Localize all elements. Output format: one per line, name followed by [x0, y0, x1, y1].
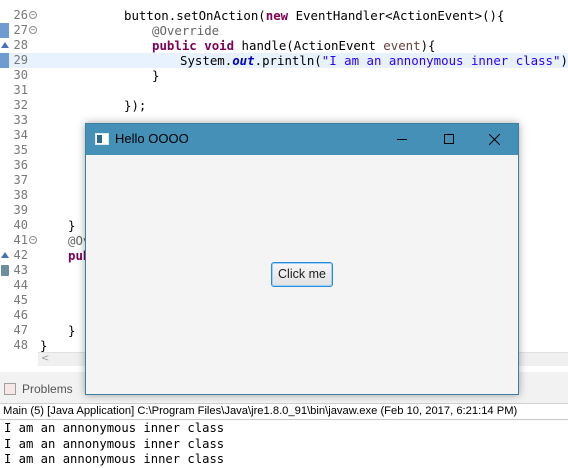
- maximize-button[interactable]: [426, 124, 472, 155]
- console-output[interactable]: I am an annonymous inner class I am an a…: [0, 421, 568, 468]
- code-text: System.out.println("I am an annonymous i…: [180, 53, 568, 68]
- console-line: I am an annonymous inner class: [4, 421, 225, 435]
- line-number: 39: [13, 203, 28, 217]
- line-number: 48: [13, 338, 28, 352]
- line-number: 26: [13, 8, 28, 22]
- window-titlebar[interactable]: Hello OOOO: [86, 124, 518, 155]
- click-me-button[interactable]: Click me: [271, 262, 333, 287]
- code-text: });: [124, 98, 147, 113]
- override-triangle-icon: [1, 252, 9, 258]
- task-marker: [0, 263, 9, 278]
- code-line[interactable]: 28 public void handle(ActionEvent event)…: [0, 38, 568, 53]
- console-line: I am an annonymous inner class: [4, 452, 225, 466]
- code-text: @Override: [152, 23, 220, 38]
- override-marker: [0, 38, 9, 53]
- code-line[interactable]: 31: [0, 83, 568, 98]
- line-number: 33: [13, 113, 28, 127]
- maximize-icon: [444, 134, 454, 144]
- change-marker: [0, 23, 9, 38]
- line-number: 34: [13, 128, 28, 142]
- javafx-window[interactable]: Hello OOOO Click me: [85, 123, 519, 395]
- line-number: 35: [13, 143, 28, 157]
- minimize-button[interactable]: [380, 124, 426, 155]
- code-text: }: [68, 218, 76, 233]
- window-title: Hello OOOO: [115, 131, 189, 146]
- code-line[interactable]: 26 − button.setOnAction(new EventHandler…: [0, 8, 568, 23]
- line-number: 38: [13, 188, 28, 202]
- code-text: button.setOnAction(new EventHandler<Acti…: [124, 8, 505, 23]
- code-text: }: [68, 323, 76, 338]
- close-icon: [489, 133, 501, 145]
- code-text: }: [40, 338, 48, 353]
- line-number: 36: [13, 158, 28, 172]
- console-launch-header: Main (5) [Java Application] C:\Program F…: [0, 404, 568, 420]
- line-number: 46: [13, 308, 28, 322]
- line-number: 40: [13, 218, 28, 232]
- line-number: 28: [13, 38, 28, 52]
- code-line[interactable]: 27 − @Override: [0, 23, 568, 38]
- fold-collapse-icon[interactable]: −: [29, 26, 37, 34]
- code-text: }: [152, 68, 160, 83]
- line-number: 27: [13, 23, 28, 37]
- code-line[interactable]: 32 });: [0, 98, 568, 113]
- close-button[interactable]: [472, 124, 518, 155]
- line-number: 47: [13, 323, 28, 337]
- change-marker: [0, 53, 9, 68]
- line-number: 43: [13, 263, 28, 277]
- line-number: 45: [13, 293, 28, 307]
- task-icon: [1, 265, 9, 276]
- line-number: 29: [13, 53, 28, 67]
- line-number: 32: [13, 98, 28, 112]
- console-line: I am an annonymous inner class: [4, 436, 225, 451]
- line-number: 44: [13, 278, 28, 292]
- override-triangle-icon: [1, 42, 9, 48]
- fold-collapse-icon[interactable]: −: [29, 11, 37, 19]
- window-content: Click me: [86, 155, 518, 394]
- override-marker: [0, 248, 9, 263]
- tab-problems[interactable]: Problems: [4, 382, 73, 396]
- line-number: 31: [13, 83, 28, 97]
- minimize-icon: [397, 139, 407, 140]
- line-number: 42: [13, 248, 28, 262]
- problems-icon: [4, 383, 16, 395]
- code-line-current[interactable]: 29 System.out.println("I am an annonymou…: [0, 53, 568, 68]
- tab-label: Problems: [22, 382, 73, 396]
- scroll-left-icon[interactable]: <: [41, 353, 49, 364]
- line-number: 41: [13, 233, 28, 247]
- code-text: public void handle(ActionEvent event){: [152, 38, 436, 53]
- java-app-icon: [95, 133, 109, 145]
- line-number: 37: [13, 173, 28, 187]
- line-number: 30: [13, 68, 28, 82]
- fold-collapse-icon[interactable]: −: [29, 236, 37, 244]
- code-line[interactable]: 30 }: [0, 68, 568, 83]
